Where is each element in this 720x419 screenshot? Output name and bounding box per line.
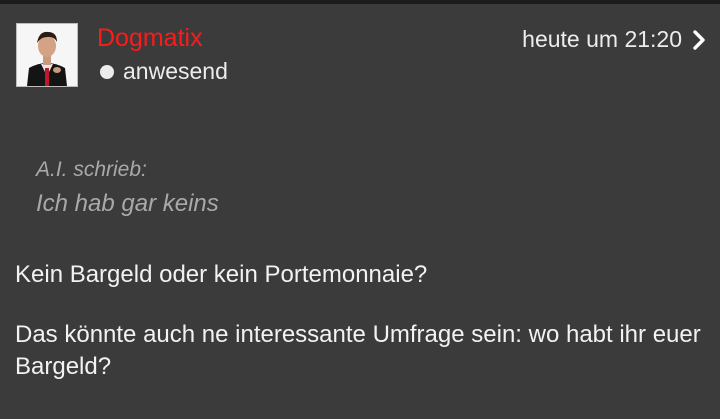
quote-author[interactable]: A.I. schrieb: <box>36 156 219 184</box>
post-timestamp-link[interactable]: heute um 21:20 <box>522 26 706 53</box>
user-avatar-icon <box>17 24 77 86</box>
online-status: anwesend <box>100 58 228 85</box>
post-paragraph: Das könnte auch ne interessante Umfrage … <box>15 321 701 380</box>
author-name[interactable]: Dogmatix <box>97 24 203 52</box>
post-paragraph: Kein Bargeld oder kein Portemonnaie? <box>15 261 428 288</box>
status-label: anwesend <box>123 58 228 84</box>
quote-block: A.I. schrieb: Ich hab gar keins <box>36 156 219 220</box>
forum-post: Dogmatix anwesend heute um 21:20 A.I. sc… <box>0 4 720 419</box>
chevron-right-icon <box>693 29 705 50</box>
post-body: Kein Bargeld oder kein Portemonnaie? Das… <box>15 259 715 411</box>
avatar[interactable] <box>16 23 78 87</box>
quote-text: Ich hab gar keins <box>36 190 219 217</box>
timestamp-label: heute um 21:20 <box>522 26 682 52</box>
status-dot-icon <box>100 64 114 79</box>
